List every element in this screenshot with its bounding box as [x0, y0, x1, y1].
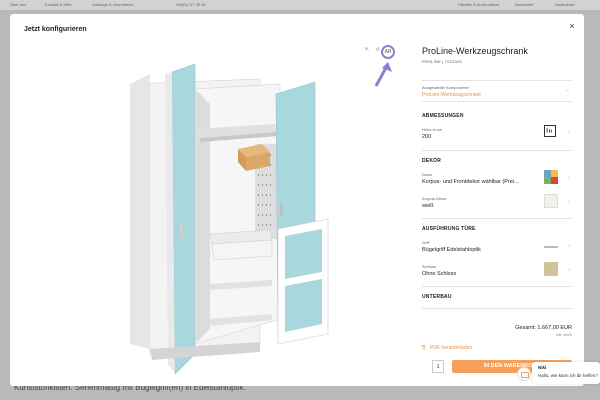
body-decor-value: weiß — [422, 203, 434, 209]
chevron-right-icon: › — [568, 130, 570, 136]
nav-phone[interactable]: +49(0)2 67 35 44 — [175, 2, 206, 7]
divider — [422, 218, 572, 219]
handle-field[interactable]: Griff Bügelgriff Edelstahloptik › — [422, 240, 572, 260]
lock-field[interactable]: Schloss Ohne Schloss › — [422, 262, 572, 284]
configuration-panel: ProLine-Werkzeugschrank PROLINE | 723130… — [422, 42, 572, 382]
product-title: ProLine-Werkzeugschrank — [422, 46, 528, 56]
nav-dealer[interactable]: Händler & Außendienst — [458, 2, 499, 7]
nav-about[interactable]: Über uns — [10, 2, 26, 7]
section-decor: DEKOR — [422, 158, 442, 164]
dimension-icon — [544, 125, 556, 137]
body-decor-label: Korpus-Dekor — [422, 196, 447, 201]
body-decor-field[interactable]: Korpus-Dekor weiß › — [422, 194, 572, 216]
configurator-modal: Jetzt konfigurieren × ⇱ ↺ AR ProLine-Wer… — [10, 14, 584, 386]
decor-field[interactable]: Dekor Korpus- und Frontdekor wählbar (Pr… — [422, 170, 572, 192]
nav-cart[interactable]: Warenkorb — [555, 2, 574, 7]
section-dimensions: ABMESSUNGEN — [422, 113, 464, 119]
pdf-download-label: PDF herunterladen — [430, 345, 473, 351]
chevron-right-icon: › — [568, 199, 570, 205]
fullscreen-icon[interactable]: ⇱ — [365, 47, 369, 53]
cabinet-3d-preview[interactable] — [110, 44, 350, 384]
lock-value: Ohne Schloss — [422, 271, 457, 277]
body-decor-swatch — [544, 194, 558, 208]
chat-name: Niki — [538, 365, 547, 370]
decor-swatch — [544, 170, 558, 184]
quantity-input[interactable]: 1 — [432, 360, 444, 373]
arrow-pointer-icon — [374, 62, 392, 87]
handle-label: Griff — [422, 240, 430, 245]
vat-note: inkl. MwSt — [556, 333, 572, 337]
chevron-right-icon: › — [568, 175, 570, 181]
component-label: Ausgewählte Komponente — [422, 85, 469, 90]
divider — [422, 308, 572, 309]
chat-bubble[interactable]: Niki Hallo, wie kann ich dir helfen? — [532, 362, 600, 384]
site-topbar: Über uns Kontakt & Hilfe Kataloge & Info… — [0, 0, 600, 10]
section-door: AUSFÜHRUNG TÜRE — [422, 226, 476, 232]
pdf-download-link[interactable]: ⎘ PDF herunterladen — [422, 345, 472, 351]
product-code: PROLINE | 7231303 — [422, 59, 462, 64]
section-base: UNTERBAU — [422, 294, 452, 300]
reset-view-icon[interactable]: ↺ — [376, 47, 380, 53]
handle-swatch — [544, 242, 558, 248]
chevron-right-icon: › — [568, 243, 570, 249]
height-field[interactable]: Höhe in cm 200 › — [422, 125, 572, 147]
component-selector[interactable]: Ausgewählte Komponente ProLine-Werkzeugs… — [422, 80, 572, 102]
height-label: Höhe in cm — [422, 127, 443, 132]
right-door-handle[interactable] — [280, 204, 283, 216]
chat-message: Hallo, wie kann ich dir helfen? — [538, 373, 598, 378]
download-icon: ⎘ — [422, 345, 427, 351]
nav-wishlist[interactable]: Merkzettel — [515, 2, 533, 7]
chevron-down-icon: ⌄ — [565, 87, 570, 93]
decor-value: Korpus- und Frontdekor wählbar (Prei... — [422, 179, 519, 185]
divider — [422, 150, 572, 151]
total-price: Gesamt: 1.667,00 EUR — [515, 325, 572, 331]
nav-catalogs[interactable]: Kataloge & Informieren — [92, 2, 133, 7]
component-value: ProLine-Werkzeugschrank — [422, 92, 481, 98]
chevron-right-icon: › — [568, 267, 570, 273]
close-icon[interactable]: × — [566, 20, 578, 32]
decor-label: Dekor — [422, 172, 433, 177]
left-door-handle[interactable] — [180, 224, 183, 238]
ar-view-button[interactable]: AR — [381, 45, 395, 59]
lock-swatch — [544, 262, 558, 276]
handle-value: Bügelgriff Edelstahloptik — [422, 247, 481, 253]
chat-avatar-icon[interactable] — [517, 367, 531, 381]
nav-contact[interactable]: Kontakt & Hilfe — [45, 2, 71, 7]
divider — [422, 286, 572, 287]
height-value: 200 — [422, 134, 432, 140]
modal-title: Jetzt konfigurieren — [24, 26, 87, 33]
lock-label: Schloss — [422, 264, 437, 269]
